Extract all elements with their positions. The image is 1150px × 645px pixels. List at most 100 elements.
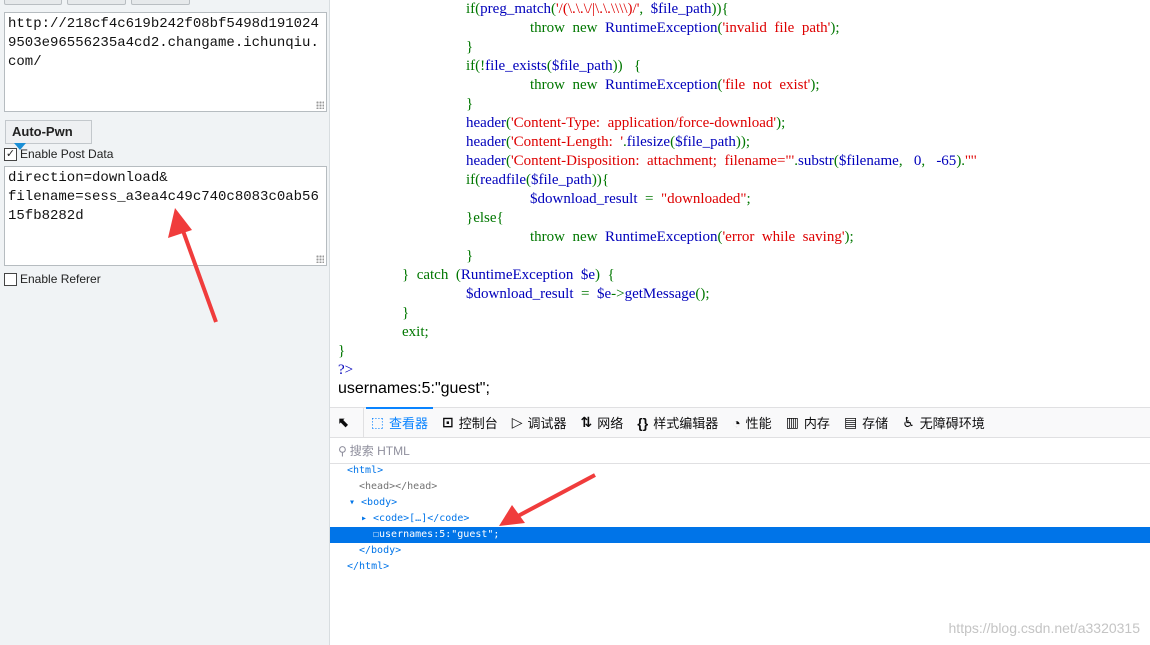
code-token: } catch ( bbox=[402, 267, 461, 283]
tab-debugger[interactable]: ▷ 调试器 bbox=[505, 408, 574, 438]
code-token: RuntimeException $e bbox=[460, 267, 595, 283]
code-line: if(!file_exists($file_path)) { bbox=[466, 57, 641, 76]
code-line: header('Content-Disposition: attachment;… bbox=[466, 152, 977, 171]
console-icon: ⊡ bbox=[441, 414, 454, 430]
code-line: } bbox=[338, 342, 345, 361]
code-token: 'invalid file path' bbox=[722, 20, 831, 36]
code-line: throw new RuntimeException('invalid file… bbox=[530, 19, 840, 38]
code-token: throw new bbox=[530, 20, 605, 36]
code-token: throw new bbox=[530, 77, 605, 93]
code-token: filesize bbox=[626, 134, 671, 150]
element-picker-button[interactable]: ⬉ bbox=[330, 407, 364, 438]
code-token: "downloaded" bbox=[660, 191, 747, 207]
enable-referer-label: Enable Referer bbox=[20, 272, 101, 286]
resize-grip-icon[interactable] bbox=[316, 101, 324, 109]
code-token: '/(\.\.\/|\.\.\\\\)/' bbox=[555, 1, 640, 17]
tab-accessibility[interactable]: ♿ 无障碍环境 bbox=[895, 408, 992, 438]
tab-style-editor[interactable]: {} 样式编辑器 bbox=[630, 408, 725, 438]
code-line: exit; bbox=[402, 323, 429, 342]
code-token: (); bbox=[695, 286, 710, 302]
code-token: $filename bbox=[838, 153, 899, 169]
code-line: } bbox=[466, 247, 473, 266]
tab-performance[interactable]: ◔ 性能 bbox=[725, 408, 778, 438]
code-token: -65 bbox=[936, 153, 957, 169]
tree-node[interactable]: </body> bbox=[330, 543, 1150, 559]
post-data-textarea[interactable]: direction=download& filename=sess_a3ea4c… bbox=[4, 166, 327, 266]
memory-icon: ▥ bbox=[785, 414, 799, 430]
tab-label: 存储 bbox=[862, 416, 889, 431]
code-token: $download_result bbox=[530, 191, 638, 207]
code-line: ?> bbox=[338, 361, 353, 380]
code-line: } bbox=[402, 304, 409, 323]
code-token: throw new bbox=[530, 229, 605, 245]
code-line: } bbox=[466, 38, 473, 57]
code-token: header bbox=[466, 115, 506, 131]
devtools-panel: ⬉ ⬚ 查看器 ⊡ 控制台 ▷ 调试器 ⇅ 网络{} 样式编辑器 ◔ 性能 ▥ 内存 ▤ 存储 ♿ 无障碍环境 … bbox=[330, 406, 1150, 645]
code-token: file_exists bbox=[485, 58, 547, 74]
checkbox-icon[interactable] bbox=[4, 272, 17, 286]
checkbox-icon[interactable]: ✓ bbox=[4, 147, 17, 161]
code-token: , bbox=[639, 1, 651, 17]
code-token: ). bbox=[956, 153, 966, 169]
code-line: $download_result = "downloaded"; bbox=[530, 190, 751, 209]
code-token: } bbox=[402, 305, 410, 321]
search-html-input[interactable]: ⚲ 搜索 HTML bbox=[330, 438, 1150, 464]
code-token: preg_match bbox=[480, 1, 551, 17]
tab-memory[interactable]: ▥ 内存 bbox=[779, 408, 837, 438]
code-token: $file_path bbox=[551, 58, 613, 74]
node-text: <html> bbox=[347, 465, 384, 476]
auto-pwn-dropdown[interactable]: Auto-Pwn bbox=[5, 120, 92, 150]
network-icon: ⇅ bbox=[580, 414, 593, 430]
code-token: $download_result bbox=[466, 286, 574, 302]
code-token: if( bbox=[466, 172, 481, 188]
code-line: throw new RuntimeException('error while … bbox=[530, 228, 854, 247]
toolbar-button[interactable] bbox=[131, 0, 190, 5]
code-token: ); bbox=[810, 77, 820, 93]
toolbar-button[interactable] bbox=[67, 0, 126, 5]
code-token: 'error while saving' bbox=[722, 229, 845, 245]
tab-network[interactable]: ⇅ 网络 bbox=[574, 408, 631, 438]
code-token: $file_path bbox=[675, 134, 736, 150]
code-token: RuntimeException bbox=[605, 20, 718, 36]
code-line: header('Content-Length: '.filesize($file… bbox=[466, 133, 750, 152]
enable-referer-checkbox[interactable]: Enable Referer bbox=[4, 272, 101, 286]
tab-label: 查看器 bbox=[388, 416, 428, 431]
code-token: readfile bbox=[480, 172, 526, 188]
code-token: ) { bbox=[594, 267, 615, 283]
debugger-icon: ▷ bbox=[511, 414, 523, 430]
code-token: 'Content-Type: application/force-downloa… bbox=[510, 115, 777, 131]
enable-post-data-checkbox[interactable]: ✓ Enable Post Data bbox=[4, 147, 113, 161]
tab-label: 网络 bbox=[597, 416, 624, 431]
tree-node[interactable]: ▾ <body> bbox=[330, 495, 1150, 511]
tree-node[interactable]: <html> bbox=[330, 463, 1150, 479]
devtools-toolbar: ⬉ ⬚ 查看器 ⊡ 控制台 ▷ 调试器 ⇅ 网络 {} 样式编辑器 ◔ 性能 ▥ 内存 ▤ 存储 ♿ 无障碍环境 bbox=[330, 406, 1150, 438]
code-token: )) bbox=[711, 1, 722, 17]
tab-label: 控制台 bbox=[458, 416, 498, 431]
node-text: ☐usernames:5:"guest"; bbox=[373, 529, 500, 540]
search-placeholder: 搜索 HTML bbox=[349, 444, 410, 458]
tab-storage[interactable]: ▤ 存储 bbox=[837, 408, 895, 438]
code-token: } bbox=[466, 39, 474, 55]
tree-node-selected[interactable]: ☐usernames:5:"guest"; bbox=[330, 527, 1150, 543]
url-textarea[interactable]: http://218cf4c619b242f08bf5498d191024950… bbox=[4, 12, 327, 112]
tree-node[interactable]: <head></head> bbox=[330, 479, 1150, 495]
code-token: $file_path bbox=[530, 172, 592, 188]
code-token: ); bbox=[776, 115, 786, 131]
code-token: }else{ bbox=[466, 210, 504, 226]
url-text: http://218cf4c619b242f08bf5498d191024950… bbox=[8, 16, 319, 70]
code-token: getMessage bbox=[624, 286, 696, 302]
tab-inspector[interactable]: ⬚ 查看器 bbox=[364, 406, 435, 438]
toolbar-button[interactable] bbox=[4, 0, 62, 5]
code-token: ); bbox=[844, 229, 854, 245]
tab-console[interactable]: ⊡ 控制台 bbox=[435, 408, 505, 438]
code-line: } bbox=[466, 95, 473, 114]
search-icon: ⚲ bbox=[338, 443, 347, 458]
code-token: } bbox=[338, 343, 346, 359]
code-token: = bbox=[637, 191, 661, 207]
resize-grip-icon[interactable] bbox=[316, 255, 324, 263]
tree-node[interactable]: ▸ <code>[…]</code> bbox=[330, 511, 1150, 527]
code-token: 'Content-Length: ' bbox=[510, 134, 624, 150]
code-token: -> bbox=[611, 286, 625, 302]
node-text: ▸ <code>[…]</code> bbox=[361, 513, 470, 524]
tree-node[interactable]: </html> bbox=[330, 559, 1150, 575]
